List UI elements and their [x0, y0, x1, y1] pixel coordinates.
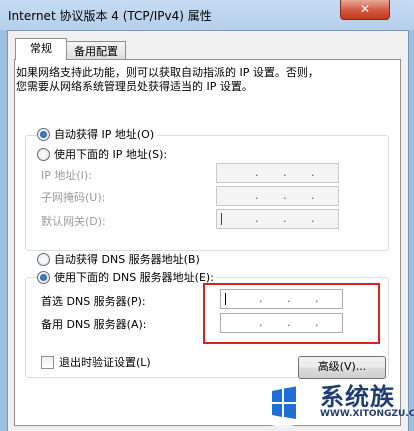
dialog-client: 常规 备用配置 如果网络支持此功能，则可以获取自动指派的 IP 设置。否则， 您… — [7, 30, 409, 431]
watermark: 系统族 WWW.XITONGZU.COM — [250, 375, 414, 430]
window-title: Internet 协议版本 4 (TCP/IPv4) 属性 — [8, 9, 212, 23]
tab-general[interactable]: 常规 — [15, 38, 67, 60]
default-gateway-input[interactable]: ... — [216, 209, 339, 229]
validate-label: 退出时验证设置(L) — [59, 356, 151, 369]
validate-on-exit[interactable]: 退出时验证设置(L) — [41, 354, 151, 370]
title-bar: Internet 协议版本 4 (TCP/IPv4) 属性 ✕ — [0, 0, 414, 30]
radio-auto-ip[interactable]: 自动获得 IP 地址(O) — [37, 126, 158, 142]
close-button[interactable]: ✕ — [340, 0, 390, 20]
description-text: 如果网络支持此功能，则可以获取自动指派的 IP 设置。否则， 您需要从网络系统管… — [16, 66, 319, 94]
tab-alternate-config[interactable]: 备用配置 — [66, 41, 126, 61]
radio-manual-ip[interactable]: 使用下面的 IP 地址(S): — [37, 146, 171, 162]
ip-address-input[interactable]: ... — [216, 163, 339, 183]
dns-highlight-box — [203, 283, 380, 344]
alternate-dns-label: 备用 DNS 服务器(A): — [41, 318, 147, 331]
subnet-mask-label: 子网掩码(U): — [41, 191, 106, 204]
radio-auto-ip-label: 自动获得 IP 地址(O) — [54, 128, 155, 141]
watermark-url: WWW.XITONGZU.COM — [320, 409, 414, 419]
radio-manual-dns[interactable]: 使用下面的 DNS 服务器地址(E): — [37, 269, 217, 285]
subnet-mask-input[interactable]: ... — [216, 186, 339, 206]
radio-auto-dns[interactable]: 自动获得 DNS 服务器地址(B) — [37, 251, 200, 267]
radio-auto-dns-label: 自动获得 DNS 服务器地址(B) — [54, 253, 200, 266]
watermark-text: 系统族 — [320, 383, 395, 411]
radio-manual-ip-label: 使用下面的 IP 地址(S): — [54, 148, 168, 161]
radio-manual-ip-indicator[interactable] — [37, 147, 50, 161]
radio-auto-dns-indicator[interactable] — [37, 252, 50, 266]
validate-checkbox[interactable] — [41, 355, 54, 369]
radio-manual-dns-label: 使用下面的 DNS 服务器地址(E): — [54, 271, 214, 284]
tab-alternate-label: 备用配置 — [74, 45, 118, 58]
preferred-dns-label: 首选 DNS 服务器(P): — [41, 295, 146, 308]
ip-address-label: IP 地址(I): — [41, 169, 92, 182]
radio-auto-ip-indicator[interactable] — [37, 127, 50, 141]
tab-general-label: 常规 — [30, 42, 52, 55]
close-icon: ✕ — [359, 2, 371, 16]
advanced-button-label: 高级(V)... — [317, 360, 367, 373]
windows-logo-icon — [253, 379, 313, 427]
description-line-2: 您需要从网络系统管理员处获得适当的 IP 设置。 — [16, 80, 253, 93]
radio-manual-dns-indicator[interactable] — [37, 270, 50, 284]
default-gateway-label: 默认网关(D): — [41, 215, 106, 228]
description-line-1: 如果网络支持此功能，则可以获取自动指派的 IP 设置。否则， — [16, 66, 319, 79]
